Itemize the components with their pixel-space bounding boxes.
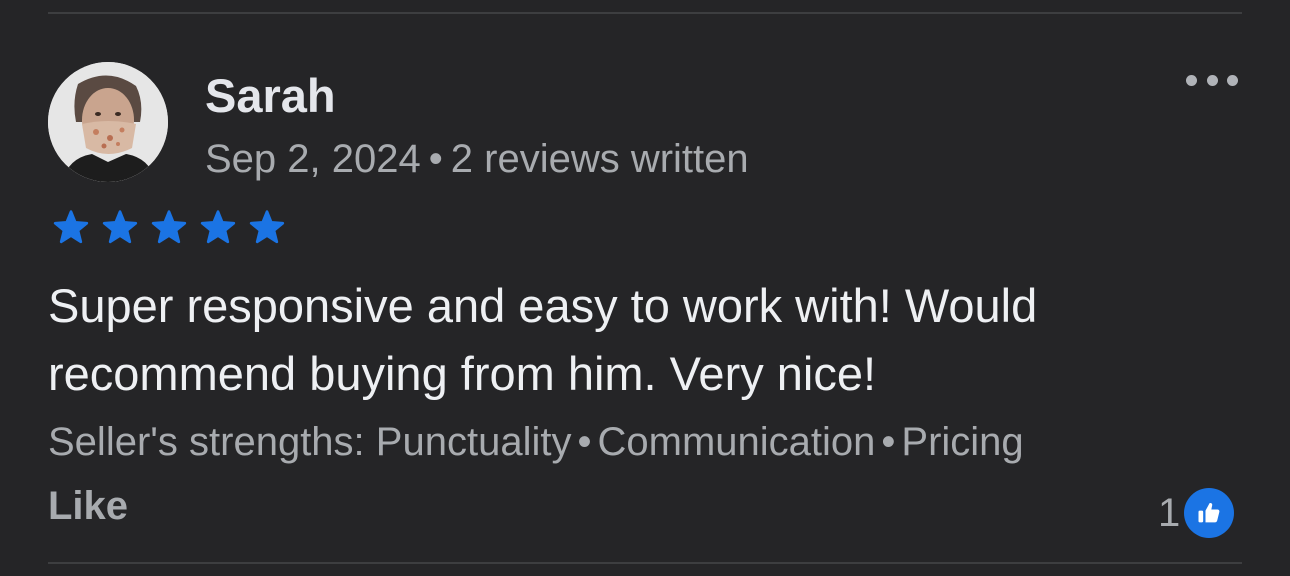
avatar[interactable]: [48, 62, 168, 182]
strength-item: Communication: [597, 420, 876, 464]
star-icon: [200, 210, 236, 244]
strength-item: Pricing: [901, 420, 1024, 464]
review-text: Super responsive and easy to work with! …: [48, 279, 1038, 400]
avatar-image: [48, 62, 168, 182]
reviewer-name[interactable]: Sarah: [205, 68, 336, 123]
bottom-divider: [48, 562, 1242, 564]
more-dot: [1206, 74, 1218, 86]
like-count: 1: [1158, 490, 1181, 535]
star-icon: [102, 210, 138, 244]
thumbs-up-icon: [1184, 488, 1235, 538]
strengths-label: Seller's strengths:: [48, 420, 365, 464]
seller-strengths: Seller's strengths: Punctuality • Communic…: [48, 420, 1024, 465]
meta-separator: •: [428, 137, 443, 181]
more-dot: [1227, 74, 1238, 86]
strength-separator: •: [881, 420, 896, 464]
like-reactions[interactable]: 1: [1158, 488, 1235, 538]
strength-item: Punctuality: [375, 420, 572, 464]
like-button[interactable]: Like: [48, 484, 128, 529]
star-icon: [53, 210, 89, 244]
star-icon: [249, 210, 285, 244]
star-rating: [48, 208, 290, 248]
review-date: Sep 2, 2024: [205, 137, 421, 181]
more-horizontal-icon: [1186, 74, 1197, 86]
strength-separator: •: [577, 420, 592, 464]
review-count[interactable]: 2 reviews written: [451, 137, 749, 181]
star-icon: [151, 210, 187, 244]
more-options-button[interactable]: [1186, 70, 1238, 90]
top-divider: [48, 12, 1242, 14]
review-meta: Sep 2, 2024 • 2 reviews written: [205, 137, 749, 182]
